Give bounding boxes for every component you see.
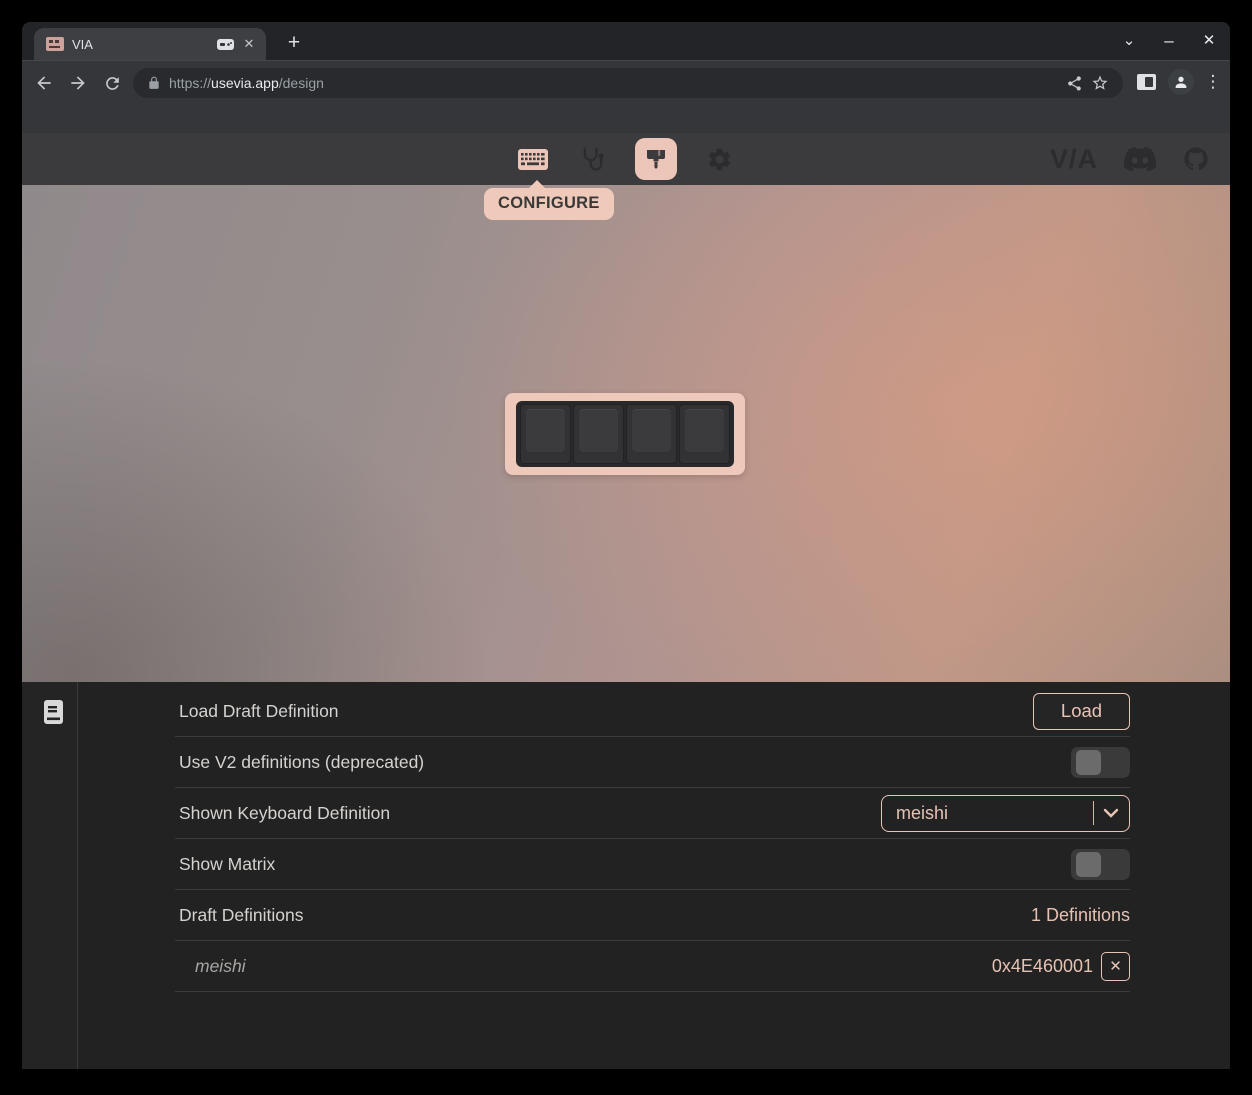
design-panel: Load Draft Definition Load Use V2 defini…	[22, 682, 1230, 1069]
browser-tab[interactable]: VIA ✕	[34, 28, 266, 60]
draft-definitions-label: Draft Definitions	[179, 905, 304, 926]
browser-window: VIA ✕ + ⌄ – ✕	[22, 22, 1230, 1069]
keyboard-preview[interactable]	[505, 393, 745, 475]
keyboard-icon	[518, 149, 548, 170]
shown-definition-row: Shown Keyboard Definition meishi	[175, 788, 1130, 839]
configure-tooltip: CONFIGURE	[484, 188, 614, 220]
select-divider	[1093, 801, 1094, 825]
side-panel-button[interactable]	[1132, 68, 1160, 96]
tab-search-chevron-icon[interactable]: ⌄	[1114, 26, 1144, 56]
draft-definitions-count: 1 Definitions	[1031, 905, 1130, 926]
remove-draft-button[interactable]: ✕	[1101, 952, 1130, 981]
url-scheme: https://	[169, 75, 211, 91]
draft-item-row: meishi 0x4E460001 ✕	[175, 941, 1130, 992]
close-window-button[interactable]: ✕	[1194, 26, 1224, 56]
panel-sidebar	[22, 682, 78, 1069]
via-favicon	[46, 37, 64, 51]
load-draft-row: Load Draft Definition Load	[175, 686, 1130, 737]
url-text: https://usevia.app/design	[169, 75, 1061, 91]
lock-icon	[147, 75, 161, 91]
shown-definition-label: Shown Keyboard Definition	[179, 803, 390, 824]
definition-select[interactable]: meishi	[881, 795, 1130, 832]
tab-key-tester[interactable]	[575, 141, 611, 177]
share-button[interactable]	[1061, 70, 1087, 96]
toggle-knob	[1076, 750, 1101, 775]
via-logo: V/A	[1050, 144, 1098, 175]
draft-item-name: meishi	[179, 956, 246, 977]
tab-close-icon[interactable]: ✕	[240, 35, 258, 53]
keycap[interactable]	[679, 404, 730, 464]
v2-definitions-toggle[interactable]	[1071, 747, 1130, 778]
url-host: usevia.app	[211, 75, 279, 91]
keycap[interactable]	[626, 404, 677, 464]
tab-title: VIA	[72, 37, 217, 52]
draft-definitions-row: Draft Definitions 1 Definitions	[175, 890, 1130, 941]
browser-menu-button[interactable]: ⋮	[1202, 72, 1224, 92]
show-matrix-toggle[interactable]	[1071, 849, 1130, 880]
keycap[interactable]	[520, 404, 571, 464]
back-button[interactable]	[30, 69, 58, 97]
github-icon[interactable]	[1182, 145, 1210, 173]
show-matrix-row: Show Matrix	[175, 839, 1130, 890]
keycap-top	[685, 409, 724, 452]
tab-design-active[interactable]	[635, 138, 677, 180]
address-bar[interactable]: https://usevia.app/design	[133, 68, 1123, 98]
via-nav-bar: V/A	[22, 133, 1230, 185]
hid-device-indicator-icon	[217, 39, 234, 50]
url-path: /design	[279, 75, 324, 91]
toggle-knob	[1076, 852, 1101, 877]
browser-toolbar: https://usevia.app/design ⋮	[22, 60, 1230, 133]
keycap-top	[579, 409, 618, 452]
keycap-top	[526, 409, 565, 452]
load-draft-label: Load Draft Definition	[179, 701, 339, 722]
load-button[interactable]: Load	[1033, 693, 1130, 730]
draft-item-id: 0x4E460001	[992, 956, 1093, 977]
definitions-menu-icon[interactable]	[40, 698, 66, 726]
bookmark-star-button[interactable]	[1087, 70, 1113, 96]
forward-button[interactable]	[64, 69, 92, 97]
keyboard-keys	[516, 401, 734, 467]
gear-icon	[706, 146, 733, 173]
reload-button[interactable]	[98, 69, 126, 97]
discord-icon[interactable]	[1124, 147, 1156, 171]
definition-select-value: meishi	[896, 803, 1093, 824]
chevron-down-icon	[1103, 808, 1119, 818]
tab-configure[interactable]	[515, 141, 551, 177]
show-matrix-label: Show Matrix	[179, 854, 275, 875]
new-tab-button[interactable]: +	[280, 30, 308, 58]
paintbrush-icon	[644, 147, 668, 171]
v2-definitions-row: Use V2 definitions (deprecated)	[175, 737, 1130, 788]
minimize-button[interactable]: –	[1154, 26, 1184, 56]
profile-avatar[interactable]	[1168, 69, 1194, 95]
design-stage: CONFIGURE	[22, 185, 1230, 682]
stethoscope-icon	[579, 145, 607, 173]
v2-definitions-label: Use V2 definitions (deprecated)	[179, 752, 424, 773]
keycap[interactable]	[573, 404, 624, 464]
keycap-top	[632, 409, 671, 452]
tab-strip: VIA ✕ + ⌄ – ✕	[22, 22, 1230, 60]
tab-settings[interactable]	[701, 141, 737, 177]
